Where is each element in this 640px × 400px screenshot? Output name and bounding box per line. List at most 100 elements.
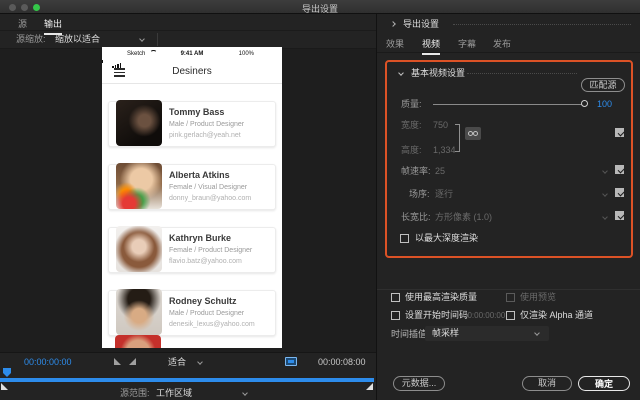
field-order-label: 场序:: [409, 189, 430, 200]
status-time: 9:41 AM: [102, 50, 282, 58]
contact-email: flavio.batz@yahoo.com: [169, 258, 242, 265]
chevron-down-icon[interactable]: [139, 36, 145, 42]
contact-meta: Male / Product Designer: [169, 310, 244, 317]
chevron-down-icon[interactable]: [602, 214, 608, 220]
export-settings-window: 导出设置 源 输出 源缩放: 缩放以适合 Sketch 9:41 AM 100%: [0, 0, 640, 400]
width-label: 宽度:: [401, 120, 422, 131]
avatar: [115, 335, 161, 348]
transport-bar: 00:00:00:00 适合 00:00:08:00: [0, 352, 376, 370]
time-interpolation-value: 帧采样: [432, 328, 459, 339]
use-previews-checkbox[interactable]: [506, 293, 515, 302]
preview-area: Sketch 9:41 AM 100% Desiners Tommy Bass …: [0, 48, 376, 352]
phone-nav-bar: Desiners: [102, 60, 282, 84]
contact-email: donny_braun@yahoo.com: [169, 195, 251, 202]
tabbar-rule: [377, 52, 640, 53]
duration-timecode: 00:00:08:00: [318, 357, 366, 368]
aspect-checkbox[interactable]: [615, 211, 624, 220]
export-settings-panel: 导出设置 效果 视频 字幕 发布 基本视频设置 匹配源 质量: 100 宽度: …: [376, 14, 640, 400]
link-dimensions-icon[interactable]: [465, 127, 481, 140]
time-interpolation-label: 时间插值:: [391, 329, 430, 340]
set-out-point-icon[interactable]: [129, 358, 136, 365]
max-depth-checkbox[interactable]: [400, 234, 409, 243]
panel-header: 导出设置: [403, 19, 439, 30]
chevron-down-icon[interactable]: [197, 359, 203, 365]
chevron-down-icon[interactable]: [242, 390, 248, 396]
chevron-right-icon[interactable]: [390, 21, 396, 27]
contact-card: Tommy Bass Male / Product Designer pink.…: [108, 101, 276, 147]
contact-card: Kathryn Burke Female / Product Designer …: [108, 227, 276, 273]
source-range-label: 源范围:: [120, 388, 150, 399]
battery-percent: 100%: [239, 50, 254, 58]
contact-name: Kathryn Burke: [169, 233, 231, 243]
height-label: 高度:: [401, 145, 422, 156]
avatar: [116, 163, 162, 209]
contact-name: Rodney Schultz: [169, 296, 237, 306]
contact-email: denesik_lexus@yahoo.com: [169, 321, 255, 328]
source-scaling-dropdown[interactable]: 缩放以适合: [55, 34, 100, 45]
ok-button[interactable]: 确定: [578, 376, 630, 391]
chevron-down-icon[interactable]: [602, 191, 608, 197]
source-output-tabbar: 源 输出: [0, 14, 376, 31]
playhead-marker[interactable]: [3, 368, 11, 377]
cancel-button[interactable]: 取消: [522, 376, 572, 391]
set-start-timecode-checkbox[interactable]: [391, 311, 400, 320]
quality-slider-track[interactable]: [433, 104, 583, 105]
quality-label: 质量:: [401, 99, 422, 110]
use-previews-label: 使用预览: [520, 292, 556, 303]
match-source-button[interactable]: 匹配源: [581, 78, 625, 92]
height-value: 1,334: [433, 145, 456, 156]
window-titlebar: 导出设置: [0, 0, 640, 14]
quality-value[interactable]: 100: [597, 99, 612, 110]
contact-email: pink.gerlach@yeah.net: [169, 132, 241, 139]
zoom-level-dropdown[interactable]: 适合: [168, 357, 186, 368]
contact-meta: Male / Product Designer: [169, 121, 244, 128]
framerate-dropdown[interactable]: 25: [435, 166, 445, 177]
source-range-row: 源范围: 工作区域: [0, 385, 376, 400]
chevron-down-icon[interactable]: [602, 168, 608, 174]
header-rule: [453, 24, 631, 25]
chevron-down-icon[interactable]: [398, 70, 404, 76]
avatar: [116, 289, 162, 335]
set-start-timecode-label: 设置开始时间码: [405, 310, 468, 321]
field-order-dropdown[interactable]: 逐行: [435, 189, 453, 200]
aspect-dropdown[interactable]: 方形像素 (1.0): [435, 212, 492, 223]
phone-nav-title: Desiners: [102, 66, 282, 77]
link-bracket: [455, 124, 460, 152]
max-render-quality-checkbox[interactable]: [391, 293, 400, 302]
width-value: 750: [433, 120, 448, 131]
source-scaling-row: 源缩放: 缩放以适合: [0, 31, 376, 48]
tab-effects[interactable]: 效果: [386, 37, 404, 53]
phone-preview: Sketch 9:41 AM 100% Desiners Tommy Bass …: [102, 47, 282, 348]
field-order-checkbox[interactable]: [615, 188, 624, 197]
time-interpolation-dropdown[interactable]: 帧采样: [425, 326, 549, 341]
section-divider: [377, 289, 640, 290]
current-timecode[interactable]: 00:00:00:00: [24, 357, 72, 368]
max-render-quality-label: 使用最高渲染质量: [405, 292, 477, 303]
framerate-checkbox[interactable]: [615, 165, 624, 174]
aspect-preview-icon[interactable]: [285, 357, 297, 366]
source-scaling-label: 源缩放:: [16, 34, 46, 45]
alpha-only-checkbox[interactable]: [506, 311, 515, 320]
dimensions-checkbox[interactable]: [615, 128, 624, 137]
tab-publish[interactable]: 发布: [493, 37, 511, 53]
framerate-label: 帧速率:: [401, 166, 431, 177]
section-rule: [467, 73, 577, 74]
toolbar-divider: [157, 33, 158, 46]
tab-captions[interactable]: 字幕: [458, 37, 476, 53]
metadata-button[interactable]: 元数据...: [393, 376, 445, 391]
timeline-bar[interactable]: [0, 378, 374, 382]
source-range-dropdown[interactable]: 工作区域: [156, 388, 192, 399]
highlight-annotation-box: 基本视频设置 匹配源 质量: 100 宽度: 750 高度: 1,334 帧速率…: [385, 60, 633, 258]
quality-slider-handle[interactable]: [581, 100, 588, 107]
start-timecode-value: 00:00:00:00: [463, 311, 505, 321]
contact-meta: Female / Visual Designer: [169, 184, 247, 191]
aspect-label: 长宽比:: [401, 212, 431, 223]
alpha-only-label: 仅渲染 Alpha 通道: [520, 310, 593, 321]
contact-name: Tommy Bass: [169, 107, 224, 117]
contact-card: Alberta Atkins Female / Visual Designer …: [108, 164, 276, 210]
contact-card: Rodney Schultz Male / Product Designer d…: [108, 290, 276, 336]
phone-status-bar: Sketch 9:41 AM 100%: [102, 47, 282, 60]
set-in-point-icon[interactable]: [114, 358, 121, 365]
chevron-down-icon: [534, 330, 540, 336]
contact-meta: Female / Product Designer: [169, 247, 252, 254]
